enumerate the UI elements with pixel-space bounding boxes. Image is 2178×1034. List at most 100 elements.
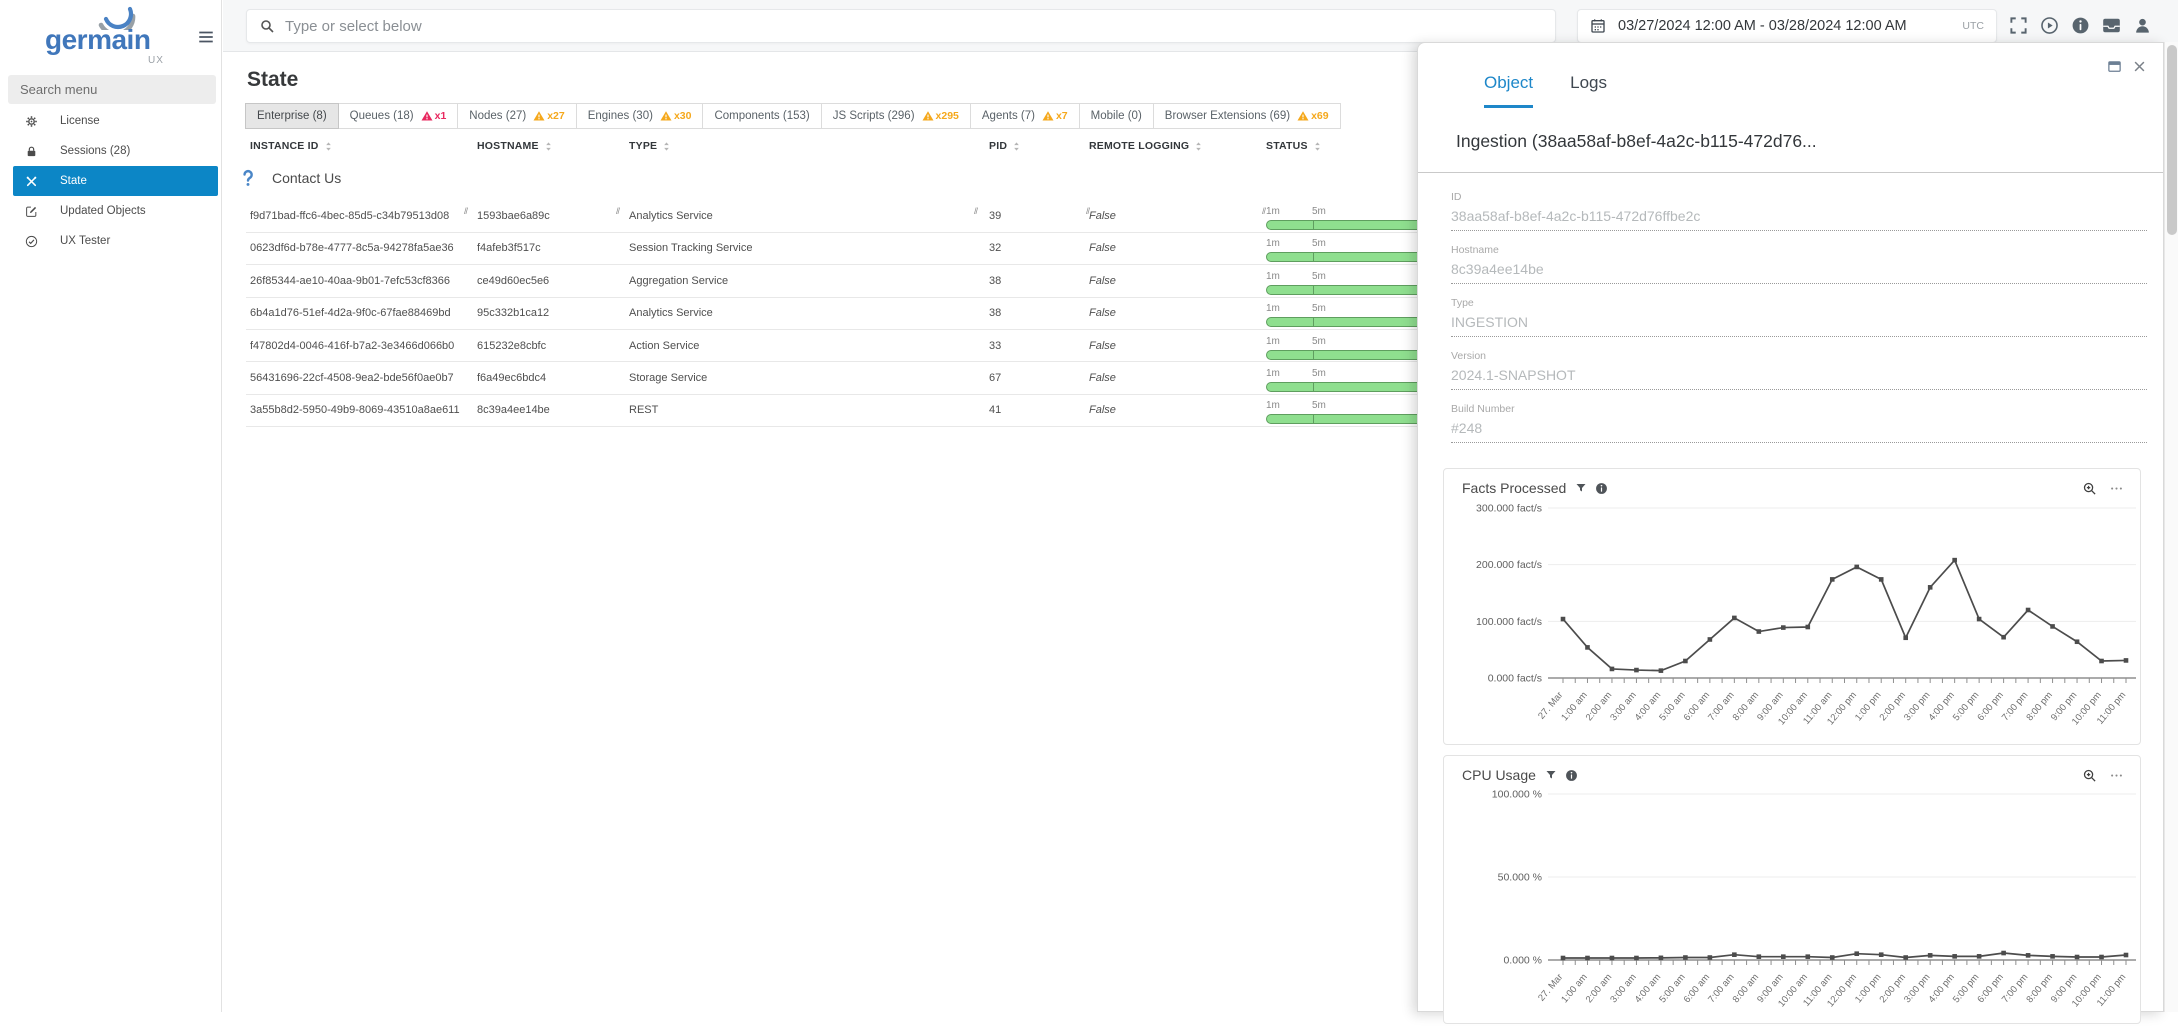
tab-nodes-27[interactable]: Nodes (27)x27 <box>457 103 576 129</box>
tab-mobile-0[interactable]: Mobile (0) <box>1079 103 1154 129</box>
svg-text:100.000 fact/s: 100.000 fact/s <box>1476 616 1542 628</box>
sidebar-search-input[interactable] <box>8 75 216 104</box>
column-resize-handle[interactable]: // <box>616 206 619 216</box>
field-value: #248 <box>1451 420 2147 443</box>
cell-instance-id: 26f85344-ae10-40aa-9b01-7efc53cf8366 <box>246 275 473 287</box>
tab-browser-extensions-69[interactable]: Browser Extensions (69) x69 <box>1153 103 1341 129</box>
sidebar-item-updated-objects[interactable]: Updated Objects <box>0 196 222 226</box>
status-interval-label: 5m <box>1312 238 1326 250</box>
status-bar-divider <box>1313 383 1314 391</box>
status-bar-divider <box>1313 253 1314 261</box>
close-icon[interactable] <box>2132 59 2147 74</box>
tab-components-153[interactable]: Components (153) <box>702 103 821 129</box>
status-bar-divider <box>1313 221 1314 229</box>
check-circle-icon <box>25 235 38 248</box>
column-resize-handle[interactable]: // <box>1262 206 1265 216</box>
cell-type: REST <box>625 404 985 416</box>
cell-pid: 32 <box>985 242 1085 254</box>
field-label: Version <box>1451 350 2147 362</box>
inbox-icon[interactable] <box>2102 16 2121 35</box>
object-charts: Facts Processed0.000 fact/s100.000 fact/… <box>1443 468 2141 1034</box>
sidebar-item-ux-tester[interactable]: UX Tester <box>0 226 222 256</box>
sort-icon <box>661 141 672 152</box>
ellipsis-icon[interactable] <box>2109 481 2124 496</box>
status-bar-divider <box>1313 351 1314 359</box>
warning-count: x1 <box>435 110 447 122</box>
column-resize-handle[interactable]: // <box>464 206 467 216</box>
info-circle-icon[interactable] <box>1595 482 1608 495</box>
cell-hostname: 1593bae6a89c <box>473 210 625 222</box>
column-resize-handle[interactable]: // <box>1086 206 1089 216</box>
funnel-icon[interactable] <box>1575 482 1587 494</box>
status-interval-label: 1m <box>1266 238 1312 250</box>
gear-icon <box>25 115 38 128</box>
tab-queues-18[interactable]: Queues (18)x1 <box>338 103 459 129</box>
sidebar-item-state[interactable]: State <box>13 166 218 196</box>
tab-label: Enterprise (8) <box>257 110 327 122</box>
status-interval-label: 1m <box>1266 303 1312 315</box>
status-bar-divider <box>1313 415 1314 423</box>
warning-count: x30 <box>674 110 692 122</box>
tab-js-scripts-296[interactable]: JS Scripts (296)x295 <box>821 103 971 129</box>
warning-badge: x7 <box>1042 110 1068 122</box>
divider <box>1418 172 2163 173</box>
field-version: Version2024.1-SNAPSHOT <box>1451 350 2147 390</box>
state-tabs: Enterprise (8) Queues (18)x1Nodes (27)x27… <box>246 103 1341 129</box>
info-circle-icon[interactable] <box>1565 769 1578 782</box>
cell-pid: 39 <box>985 210 1085 222</box>
play-circle-icon[interactable] <box>2040 16 2059 35</box>
panel-window-controls <box>2107 59 2147 74</box>
fullscreen-icon[interactable] <box>2009 16 2028 35</box>
zoom-in-icon[interactable] <box>2082 768 2097 783</box>
user-icon[interactable] <box>2133 16 2152 35</box>
warning-count: x7 <box>1056 110 1068 122</box>
column-label: PID <box>989 140 1007 152</box>
sidebar-item-license[interactable]: License <box>0 106 222 136</box>
cell-remote-logging: False <box>1085 242 1262 254</box>
cell-pid: 38 <box>985 275 1085 287</box>
panel-tab-logs[interactable]: Logs <box>1570 73 1607 108</box>
date-range-picker[interactable]: 03/27/2024 12:00 AM - 03/28/2024 12:00 A… <box>1577 9 1997 43</box>
hamburger-menu-icon[interactable] <box>196 28 216 46</box>
warning-badge: x295 <box>922 110 959 122</box>
info-circle-icon[interactable] <box>2071 16 2090 35</box>
line-chart: 0.000 fact/s100.000 fact/s200.000 fact/s… <box>1444 499 2142 739</box>
warning-badge: x30 <box>660 110 692 122</box>
tab-label: Browser Extensions (69) <box>1165 110 1290 122</box>
window-panel-icon[interactable] <box>2107 59 2122 74</box>
sidebar-item-sessions-28[interactable]: Sessions (28) <box>0 136 222 166</box>
field-value: 8c39a4ee14be <box>1451 261 2147 284</box>
chart-header: Facts Processed <box>1444 469 2140 499</box>
question-icon <box>237 167 259 189</box>
tab-agents-7[interactable]: Agents (7)x7 <box>970 103 1080 129</box>
warning-badge: x69 <box>1297 110 1329 122</box>
sidebar-item-label: Updated Objects <box>60 205 146 217</box>
zoom-in-icon[interactable] <box>2082 481 2097 496</box>
funnel-icon[interactable] <box>1545 769 1557 781</box>
status-interval-label: 5m <box>1312 206 1326 218</box>
tab-engines-30[interactable]: Engines (30)x30 <box>576 103 704 129</box>
tab-enterprise-8[interactable]: Enterprise (8) <box>245 103 339 129</box>
vertical-scrollbar <box>2164 42 2178 1012</box>
column-resize-handle[interactable]: // <box>974 206 977 216</box>
sidebar-item-label: UX Tester <box>60 235 110 247</box>
panel-tab-object[interactable]: Object <box>1484 73 1533 108</box>
tab-label: Components (153) <box>714 110 809 122</box>
sort-icon <box>1011 141 1022 152</box>
column-label: STATUS <box>1266 140 1308 152</box>
chart-title: CPU Usage <box>1462 767 1536 783</box>
field-hostname: Hostname8c39a4ee14be <box>1451 244 2147 284</box>
cell-hostname: f6a49ec6bdc4 <box>473 372 625 384</box>
ellipsis-icon[interactable] <box>2109 768 2124 783</box>
status-interval-label: 1m <box>1266 368 1312 380</box>
warning-triangle-icon <box>1297 110 1309 122</box>
column-label: INSTANCE ID <box>250 140 319 152</box>
global-search-input[interactable] <box>285 18 1543 35</box>
sidebar-menu: WizardsOperationalExplore your dataSLA V… <box>0 106 222 256</box>
warning-count: x27 <box>547 110 565 122</box>
cell-hostname: 95c332b1ca12 <box>473 307 625 319</box>
scrollbar-thumb[interactable] <box>2167 45 2177 235</box>
sidebar-item-label: Sessions (28) <box>60 145 130 157</box>
cell-remote-logging: False <box>1085 275 1262 287</box>
cell-pid: 38 <box>985 307 1085 319</box>
